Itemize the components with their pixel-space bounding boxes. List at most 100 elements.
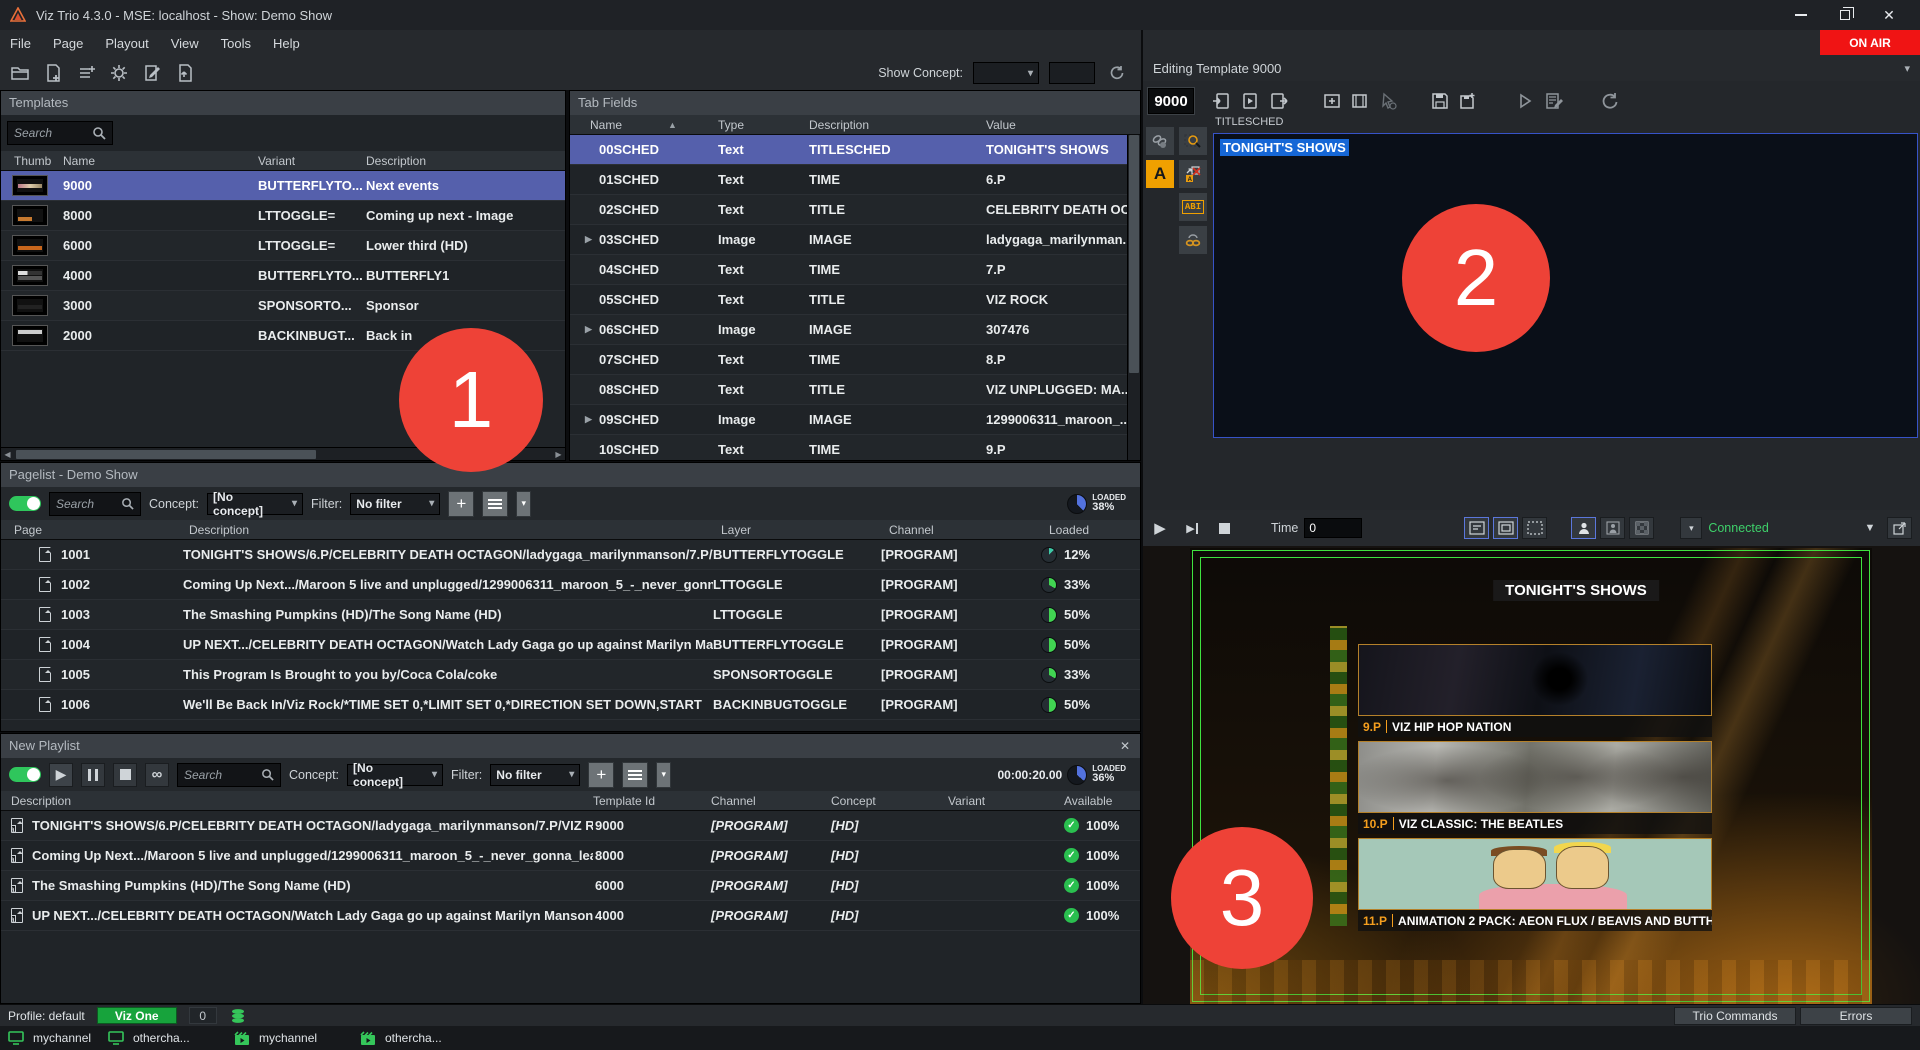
- settings-button[interactable]: [107, 61, 131, 85]
- show-concept-select[interactable]: ▾: [973, 62, 1039, 84]
- preview-step-button[interactable]: ▶: [1179, 515, 1205, 541]
- link-tool-button[interactable]: [1145, 126, 1175, 156]
- tab-field-row-06sched[interactable]: ▶06SCHED Image IMAGE 307476: [570, 315, 1127, 345]
- column-header-loaded[interactable]: Loaded: [1041, 523, 1140, 537]
- add-filter-button[interactable]: +: [448, 491, 474, 517]
- column-header-template-id[interactable]: Template Id: [593, 794, 711, 808]
- menu-tools[interactable]: Tools: [221, 36, 251, 51]
- tab-field-row-03sched[interactable]: ▶03SCHED Image IMAGE ladygaga_marilynman…: [570, 225, 1127, 255]
- channel-item-program-1[interactable]: mychannel: [234, 1031, 348, 1046]
- column-header-channel[interactable]: Channel: [881, 523, 1041, 537]
- concept-value-box[interactable]: [1049, 62, 1095, 84]
- errors-button[interactable]: Errors: [1800, 1007, 1912, 1025]
- zoom-select-tool-button[interactable]: [1178, 126, 1208, 156]
- close-panel-button[interactable]: ✕: [1120, 734, 1132, 758]
- menu-help[interactable]: Help: [273, 36, 300, 51]
- column-header-name[interactable]: Name ▲: [570, 118, 711, 132]
- pagelist-row-1002[interactable]: 1002 Coming Up Next.../Maroon 5 live and…: [1, 570, 1140, 600]
- playlist-row-4000[interactable]: aUP NEXT.../CELEBRITY DEATH OCTAGON/Watc…: [1, 901, 1140, 931]
- column-header-description[interactable]: Description: [1, 794, 593, 808]
- trio-commands-button[interactable]: Trio Commands: [1674, 1007, 1796, 1025]
- template-id-input[interactable]: [1148, 88, 1194, 114]
- template-row-9000[interactable]: 9000 BUTTERFLYTO... Next events: [1, 171, 565, 201]
- edit-script-button[interactable]: [1542, 89, 1566, 113]
- pagelist-search-input[interactable]: [56, 497, 121, 511]
- scrollbar-thumb[interactable]: [1129, 135, 1139, 373]
- menu-playout[interactable]: Playout: [105, 36, 148, 51]
- playlist-search-input[interactable]: [184, 768, 261, 782]
- read-template-button[interactable]: [1210, 89, 1234, 113]
- channel-item-program-2[interactable]: othercha...: [360, 1031, 474, 1046]
- scroll-right-icon[interactable]: ▶: [552, 448, 565, 461]
- playlist-row-8000[interactable]: aComing Up Next.../Maroon 5 live and unp…: [1, 841, 1140, 871]
- spellcheck-button[interactable]: ABI: [1178, 192, 1208, 222]
- viz-one-button[interactable]: Viz One: [97, 1007, 177, 1024]
- refresh-button[interactable]: [1598, 89, 1622, 113]
- stop-button[interactable]: [113, 763, 137, 787]
- column-header-channel[interactable]: Channel: [711, 794, 831, 808]
- playlist-filter-select[interactable]: No filter ▾: [490, 764, 580, 786]
- tab-field-row-02sched[interactable]: 02SCHED Text TITLE CELEBRITY DEATH OCT..…: [570, 195, 1127, 225]
- menu-page[interactable]: Page: [53, 36, 83, 51]
- view-mode-button[interactable]: [482, 491, 508, 517]
- tab-field-row-01sched[interactable]: 01SCHED Text TIME 6.P: [570, 165, 1127, 195]
- preview-options-dropdown[interactable]: ▾: [1680, 517, 1702, 539]
- column-header-type[interactable]: Type: [711, 118, 801, 132]
- column-header-variant[interactable]: Variant: [258, 154, 359, 168]
- title-area-button[interactable]: [1464, 517, 1489, 539]
- menu-file[interactable]: File: [10, 36, 31, 51]
- template-row-8000[interactable]: 8000 LTTOGGLE= Coming up next - Image: [1, 201, 565, 231]
- add-filter-button[interactable]: +: [588, 762, 614, 788]
- maximize-button[interactable]: [1830, 4, 1860, 26]
- text-edit-mode-button[interactable]: A: [1145, 159, 1175, 189]
- column-header-variant[interactable]: Variant: [948, 794, 1064, 808]
- field-value-editor[interactable]: TONIGHT'S SHOWS: [1213, 133, 1918, 438]
- fill-preview-button[interactable]: [1600, 517, 1625, 539]
- edit-page-button[interactable]: [140, 61, 164, 85]
- tab-field-row-09sched[interactable]: ▶09SCHED Image IMAGE 1299006311_maroon_.…: [570, 405, 1127, 435]
- take-out-button[interactable]: [1266, 89, 1290, 113]
- tab-fields-vertical-scrollbar[interactable]: [1127, 135, 1140, 460]
- column-header-thumb[interactable]: Thumb: [1, 154, 58, 168]
- column-header-description[interactable]: Description: [183, 523, 713, 537]
- templates-search[interactable]: [7, 121, 113, 145]
- detach-preview-button[interactable]: [1887, 517, 1912, 539]
- view-mode-dropdown[interactable]: ▾: [516, 491, 531, 517]
- open-show-button[interactable]: [8, 61, 32, 85]
- preview-play-button[interactable]: ▶: [1147, 515, 1173, 541]
- tab-field-row-07sched[interactable]: 07SCHED Text TIME 8.P: [570, 345, 1127, 375]
- menu-view[interactable]: View: [171, 36, 199, 51]
- collapse-preview-button[interactable]: ▼: [1857, 515, 1883, 541]
- field-value-text[interactable]: TONIGHT'S SHOWS: [1220, 139, 1349, 156]
- insert-template-button[interactable]: [1320, 89, 1344, 113]
- expand-icon[interactable]: ▶: [585, 414, 599, 425]
- image-text-toggle-button[interactable]: A: [1178, 159, 1208, 189]
- playlist-row-6000[interactable]: aThe Smashing Pumpkins (HD)/The Song Nam…: [1, 871, 1140, 901]
- media-library-button[interactable]: [1348, 89, 1372, 113]
- template-row-4000[interactable]: 4000 BUTTERFLYTO... BUTTERFLY1: [1, 261, 565, 291]
- tab-field-row-04sched[interactable]: 04SCHED Text TIME 7.P: [570, 255, 1127, 285]
- bounding-box-button[interactable]: [1522, 517, 1547, 539]
- alpha-preview-button[interactable]: [1629, 517, 1654, 539]
- pagelist-filter-select[interactable]: No filter ▾: [350, 493, 440, 515]
- scrollbar-thumb[interactable]: [16, 450, 316, 459]
- pagelist-row-1005[interactable]: 1005 This Program Is Brought to you by/C…: [1, 660, 1140, 690]
- tab-field-row-08sched[interactable]: 08SCHED Text TITLE VIZ UNPLUGGED: MA...: [570, 375, 1127, 405]
- pause-button[interactable]: [81, 763, 105, 787]
- expand-icon[interactable]: ▶: [585, 324, 599, 335]
- column-header-page[interactable]: Page: [1, 523, 183, 537]
- time-input[interactable]: [1304, 518, 1362, 538]
- save-as-button[interactable]: [1456, 89, 1480, 113]
- channel-item-preview-1[interactable]: mychannel: [8, 1031, 108, 1045]
- column-header-available[interactable]: Available: [1064, 794, 1140, 808]
- pagelist-concept-select[interactable]: [No concept] ▾: [207, 493, 303, 515]
- tab-field-row-00sched[interactable]: 00SCHED Text TITLESCHED TONIGHT'S SHOWS: [570, 135, 1127, 165]
- view-mode-button[interactable]: [622, 762, 648, 788]
- new-page-button[interactable]: [41, 61, 65, 85]
- reload-show-button[interactable]: [1105, 61, 1129, 85]
- column-header-layer[interactable]: Layer: [713, 523, 881, 537]
- close-button[interactable]: ✕: [1874, 4, 1904, 26]
- column-header-description[interactable]: Description: [359, 154, 565, 168]
- expand-icon[interactable]: ▶: [585, 234, 599, 245]
- add-to-playlist-button[interactable]: [74, 61, 98, 85]
